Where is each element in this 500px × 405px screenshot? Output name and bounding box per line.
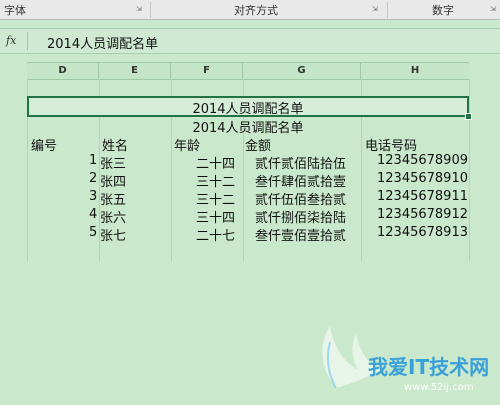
column-header-d[interactable]: D	[27, 63, 99, 79]
cell-phone[interactable]: 12345678910	[377, 171, 468, 186]
cell-amount[interactable]: 贰仟贰佰陆拾伍	[255, 153, 346, 172]
column-header-e[interactable]: E	[99, 63, 171, 79]
cell-age[interactable]: 三十二	[196, 189, 235, 208]
cell-id[interactable]: 4	[89, 207, 97, 222]
ribbon-group-alignment-label: 对齐方式	[234, 4, 278, 17]
cell-phone[interactable]: 12345678909	[377, 153, 468, 168]
formula-bar-separator	[27, 32, 28, 50]
grid-line	[469, 79, 470, 261]
header-phone[interactable]: 电话号码	[365, 135, 417, 154]
dialog-launcher-icon[interactable]: ⇲	[372, 6, 379, 13]
cell-phone[interactable]: 12345678912	[377, 207, 468, 222]
ribbon-group-number-label: 数字	[432, 4, 454, 17]
cell-name[interactable]: 张四	[100, 171, 126, 190]
cell-name[interactable]: 张七	[100, 225, 126, 244]
header-amount[interactable]: 金额	[245, 135, 271, 154]
header-age[interactable]: 年龄	[174, 135, 200, 154]
watermark-url: www.52ij.com	[404, 382, 474, 393]
watermark-text: 我爱IT技术网	[368, 355, 489, 379]
cell-age[interactable]: 三十四	[196, 207, 235, 226]
ribbon-group-font: 字体 ⇲	[0, 0, 148, 19]
column-header-h[interactable]: H	[361, 63, 469, 79]
cell-age[interactable]: 二十七	[196, 225, 235, 244]
cell-name[interactable]: 张六	[100, 207, 126, 226]
ribbon-group-number: 数字 ⇲	[389, 0, 500, 19]
ribbon-group-font-label: 字体	[4, 4, 26, 17]
ribbon-group-alignment: 对齐方式 ⇲	[152, 0, 384, 19]
ribbon-separator	[387, 2, 388, 18]
column-header-row: D E F G H	[27, 62, 469, 80]
header-id[interactable]: 编号	[31, 135, 57, 154]
cell-amount[interactable]: 贰仟捌佰柒拾陆	[255, 207, 346, 226]
dialog-launcher-icon[interactable]: ⇲	[490, 6, 497, 13]
watermark: 我爱IT技术网 www.52ij.com	[300, 318, 500, 401]
cell-amount[interactable]: 叁仟壹佰壹拾贰	[255, 225, 346, 244]
cell-age[interactable]: 二十四	[196, 153, 235, 172]
column-header-g[interactable]: G	[243, 63, 361, 79]
cell-id[interactable]: 1	[89, 153, 97, 168]
cell-id[interactable]: 5	[89, 225, 97, 240]
watermark-wings-icon: 我爱IT技术网 www.52ij.com	[322, 326, 489, 393]
header-name[interactable]: 姓名	[102, 135, 128, 154]
ribbon: 字体 ⇲ 对齐方式 ⇲ 数字 ⇲	[0, 0, 500, 20]
cell-phone[interactable]: 12345678913	[377, 225, 468, 240]
cell-age[interactable]: 三十二	[196, 171, 235, 190]
title-cell[interactable]: 2014人员调配名单	[27, 117, 469, 136]
ribbon-separator	[150, 2, 151, 18]
dialog-launcher-icon[interactable]: ⇲	[136, 6, 143, 13]
function-icon[interactable]: fx	[6, 34, 16, 47]
cell-name[interactable]: 张五	[100, 189, 126, 208]
merged-title-text: 2014人员调配名单	[192, 102, 304, 117]
formula-bar: fx 2014人员调配名单	[0, 28, 500, 54]
cell-name[interactable]: 张三	[100, 153, 126, 172]
cell-id[interactable]: 3	[89, 189, 97, 204]
cell-amount[interactable]: 贰仟伍佰叁拾贰	[255, 189, 346, 208]
cell-phone[interactable]: 12345678911	[377, 189, 468, 204]
column-header-f[interactable]: F	[171, 63, 243, 79]
cell-id[interactable]: 2	[89, 171, 97, 186]
formula-input[interactable]: 2014人员调配名单	[47, 33, 158, 52]
cell-amount[interactable]: 叁仟肆佰贰拾壹	[255, 171, 346, 190]
